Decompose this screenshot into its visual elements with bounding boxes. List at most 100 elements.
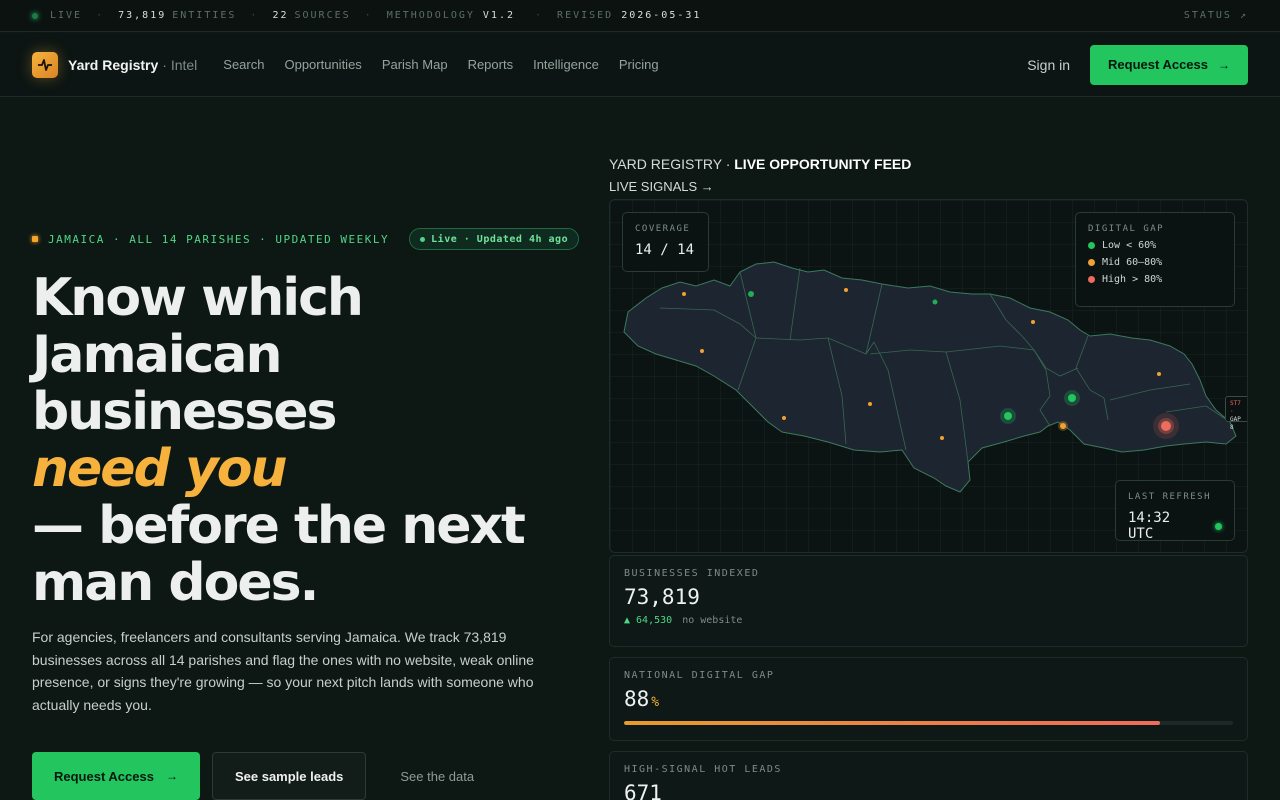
- signal-marker: [782, 416, 786, 420]
- request-access-label: Request Access: [1108, 57, 1208, 72]
- brand-name[interactable]: Yard Registry: [68, 57, 158, 73]
- hero-headline: Know which Jamaican businesses need you …: [32, 270, 592, 612]
- status-entities-label: ENTITIES: [172, 10, 237, 21]
- status-entities-value: 73,819: [118, 10, 167, 21]
- legend-label: Mid 60–80%: [1102, 257, 1163, 268]
- feed-title-prefix: YARD REGISTRY ·: [609, 156, 731, 172]
- status-sources-value: 22: [272, 10, 289, 21]
- top-nav: Yard Registry · Intel Search Opportuniti…: [0, 33, 1280, 97]
- arrow-right-icon: →: [1218, 57, 1230, 72]
- stat-value-row: 88%: [624, 687, 1233, 711]
- stat-label: HIGH-SIGNAL HOT LEADS: [624, 764, 782, 775]
- legend-label: Low < 60%: [1102, 240, 1157, 251]
- nav-link-pricing[interactable]: Pricing: [619, 57, 659, 72]
- last-refresh-label: LAST REFRESH: [1128, 492, 1212, 502]
- signal-marker: [868, 402, 872, 406]
- eyebrow-marker-icon: [32, 236, 38, 242]
- stat-note: ▲ 64,530 no website: [624, 615, 1233, 626]
- tooltip-title: ST7 ·: [1230, 400, 1241, 415]
- signal-marker: [1031, 320, 1035, 324]
- legend-item: High > 80%: [1088, 274, 1222, 285]
- coverage-box: COVERAGE 14 / 14: [622, 212, 709, 272]
- signal-marker: [682, 292, 686, 296]
- stat-label: NATIONAL DIGITAL GAP: [624, 670, 775, 681]
- marker-tooltip: ST7 · GAP 8: [1225, 396, 1247, 431]
- headline-line: businesses: [32, 382, 337, 442]
- headline-accent: need you: [32, 439, 288, 499]
- legend-dot-low-icon: [1088, 242, 1095, 249]
- feed-title: YARD REGISTRY · LIVE OPPORTUNITY FEED: [609, 156, 911, 172]
- status-bar: LIVE · 73,819 ENTITIES · 22 SOURCES · ME…: [0, 0, 1280, 32]
- see-the-data-link[interactable]: See the data: [400, 769, 474, 784]
- headline-line: Jamaican: [32, 325, 282, 385]
- legend-dot-mid-icon: [1088, 259, 1095, 266]
- live-dot-icon: [420, 236, 426, 242]
- headline-line: man does.: [32, 553, 319, 613]
- status-live: LIVE: [50, 10, 83, 21]
- status-revised-label: REVISED: [557, 10, 614, 21]
- legend-item: Mid 60–80%: [1088, 257, 1222, 268]
- legend-dot-high-icon: [1088, 276, 1095, 283]
- see-sample-leads-button[interactable]: See sample leads: [211, 752, 367, 800]
- arrow-right-icon: →: [165, 769, 178, 783]
- legend-item: Low < 60%: [1088, 240, 1222, 251]
- legend-label: High > 80%: [1102, 274, 1163, 285]
- stat-card-businesses-indexed: BUSINESSES INDEXED 73,819 ▲ 64,530 no we…: [609, 555, 1248, 647]
- status-link[interactable]: STATUS ↗: [1184, 10, 1248, 21]
- status-methodology-label: METHODOLOGY: [386, 10, 475, 21]
- nav-link-opportunities[interactable]: Opportunities: [284, 57, 361, 72]
- signal-marker: [700, 349, 704, 353]
- refresh-status-dot-icon: [1215, 522, 1222, 530]
- stat-label: BUSINESSES INDEXED: [624, 568, 760, 579]
- digital-gap-progress-fill: [624, 721, 1160, 725]
- status-revised-value: 2026-05-31: [621, 10, 702, 21]
- live-indicator-icon: [32, 12, 38, 19]
- digital-gap-label: DIGITAL GAP: [1088, 224, 1165, 234]
- signal-marker: [748, 291, 754, 297]
- signal-marker: [932, 299, 938, 305]
- brand-logo-icon[interactable]: [32, 51, 58, 78]
- stat-value: 671: [624, 781, 662, 800]
- signal-marker: [1004, 412, 1012, 420]
- coverage-value: 14 / 14: [635, 242, 695, 258]
- hero-request-access-label: Request Access: [54, 768, 154, 784]
- separator: ·: [535, 10, 544, 21]
- status-methodology-value: V1.2: [482, 10, 516, 21]
- stat-note-value: ▲ 64,530: [624, 615, 673, 626]
- stat-value: 88: [624, 687, 650, 711]
- hero-request-access-button[interactable]: Request Access →: [32, 752, 200, 800]
- last-refresh-value-row: 14:32 UTC: [1128, 510, 1222, 542]
- nav-link-search[interactable]: Search: [223, 57, 264, 72]
- stat-card-hot-leads: HIGH-SIGNAL HOT LEADS 671: [609, 751, 1248, 800]
- tooltip-value: GAP 8: [1230, 416, 1241, 431]
- nav-link-reports[interactable]: Reports: [468, 57, 514, 72]
- digital-gap-legend: DIGITAL GAP Low < 60% Mid 60–80% High > …: [1075, 212, 1235, 307]
- request-access-button[interactable]: Request Access →: [1090, 44, 1248, 85]
- sign-in-link[interactable]: Sign in: [1027, 57, 1070, 73]
- stat-value: 73,819: [624, 585, 700, 609]
- stat-note-label: no website: [682, 615, 743, 626]
- brand-suffix: · Intel: [162, 56, 198, 73]
- coverage-label: COVERAGE: [635, 224, 691, 234]
- signal-marker: [1068, 394, 1076, 402]
- status-sources-label: SOURCES: [294, 10, 351, 21]
- parish-map-card: COVERAGE 14 / 14 DIGITAL GAP Low < 60% M…: [609, 199, 1248, 553]
- digital-gap-progress-track: [624, 721, 1233, 725]
- separator: ·: [250, 10, 259, 21]
- hero-description: For agencies, freelancers and consultant…: [32, 629, 534, 713]
- headline-line: Know which: [32, 268, 364, 328]
- signal-marker: [940, 436, 944, 440]
- stat-unit: %: [651, 695, 660, 710]
- eyebrow-text: JAMAICA · ALL 14 PARISHES · UPDATED WEEK…: [48, 232, 390, 246]
- stat-card-national-digital-gap: NATIONAL DIGITAL GAP 88%: [609, 657, 1248, 741]
- nav-link-intelligence[interactable]: Intelligence: [533, 57, 599, 72]
- nav-link-parish-map[interactable]: Parish Map: [382, 57, 448, 72]
- feed-title-main: LIVE OPPORTUNITY FEED: [734, 156, 912, 172]
- hero-eyebrow: JAMAICA · ALL 14 PARISHES · UPDATED WEEK…: [32, 228, 580, 250]
- separator: ·: [96, 10, 105, 21]
- hero-actions: Request Access → See sample leads See th…: [32, 752, 474, 800]
- signal-marker: [844, 288, 848, 292]
- live-signals-link[interactable]: LIVE SIGNALS →: [609, 179, 714, 194]
- last-refresh-box: LAST REFRESH 14:32 UTC: [1115, 480, 1235, 542]
- live-badge: Live · Updated 4h ago: [409, 228, 580, 250]
